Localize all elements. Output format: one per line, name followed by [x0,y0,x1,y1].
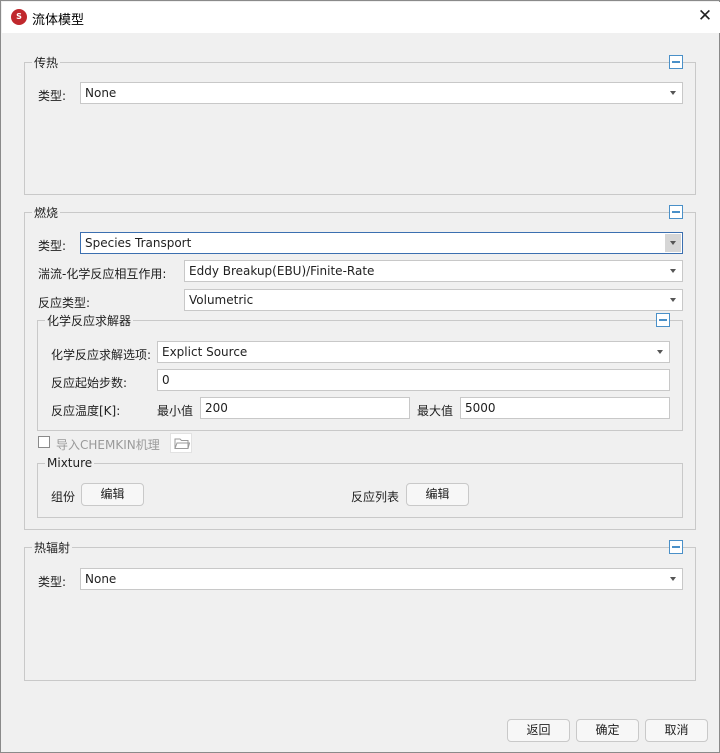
heat-transfer-group-label: 传热 [32,54,61,71]
radiation-type-label: 类型: [38,575,67,589]
import-chemkin-checkbox[interactable] [38,436,50,448]
temp-max-label: 最大值 [417,404,454,418]
heat-transfer-collapse-icon[interactable] [669,55,683,69]
back-button[interactable]: 返回 [507,719,570,742]
folder-open-button[interactable] [170,433,192,453]
radiation-collapse-icon[interactable] [669,540,683,554]
combustion-type-select[interactable]: Species Transport [80,232,683,254]
import-chemkin-label: 导入CHEMKIN机理 [56,438,160,452]
heat-transfer-type-label: 类型: [38,89,67,103]
combustion-group-label: 燃烧 [32,204,61,221]
dropdown-button[interactable] [665,234,681,252]
heat-transfer-type-select[interactable]: None [80,82,683,104]
dropdown-arrow-icon [670,269,676,273]
reactions-label: 反应列表 [351,490,400,504]
chemistry-solver-group-label: 化学反应求解器 [45,312,134,329]
radiation-type-select[interactable]: None [80,568,683,590]
solver-option-value: Explict Source [162,345,248,359]
temp-max-input[interactable]: 5000 [460,397,670,419]
combustion-collapse-icon[interactable] [669,205,683,219]
ok-button[interactable]: 确定 [576,719,639,742]
fluid-model-dialog: S 流体模型 ✕ 传热 类型: None 燃烧 类型: Species Tran… [0,0,720,753]
cancel-button[interactable]: 取消 [645,719,708,742]
start-step-input[interactable]: 0 [157,369,670,391]
title-bar[interactable]: S 流体模型 ✕ [2,2,720,33]
combustion-type-label: 类型: [38,239,67,253]
close-icon[interactable]: ✕ [694,6,716,28]
heat-transfer-type-value: None [85,86,117,100]
species-edit-button[interactable]: 编辑 [81,483,144,506]
reaction-type-value: Volumetric [189,293,254,307]
turbulence-chemistry-value: Eddy Breakup(EBU)/Finite-Rate [189,264,375,278]
reaction-type-label: 反应类型: [38,296,91,310]
dropdown-arrow-icon [670,577,676,581]
turbulence-chemistry-select[interactable]: Eddy Breakup(EBU)/Finite-Rate [184,260,683,282]
dropdown-arrow-icon [670,241,676,245]
radiation-type-value: None [85,572,117,586]
temp-min-input[interactable]: 200 [200,397,410,419]
solver-option-select[interactable]: Explict Source [157,341,670,363]
start-step-label: 反应起始步数: [51,376,128,390]
solver-option-label: 化学反应求解选项: [51,348,152,362]
reactions-edit-button[interactable]: 编辑 [406,483,469,506]
mixture-group-label: Mixture [45,456,95,470]
radiation-group-label: 热辐射 [32,539,73,556]
chemistry-solver-collapse-icon[interactable] [656,313,670,327]
dropdown-arrow-icon [657,350,663,354]
window-title: 流体模型 [32,13,85,28]
turbulence-chemistry-label: 湍流-化学反应相互作用: [38,267,167,281]
app-icon: S [11,9,27,25]
reaction-type-select[interactable]: Volumetric [184,289,683,311]
combustion-type-value: Species Transport [85,236,192,250]
reaction-temp-label: 反应温度[K]: [51,404,121,418]
dropdown-arrow-icon [670,91,676,95]
species-label: 组份 [51,490,76,504]
dropdown-arrow-icon [670,298,676,302]
temp-min-label: 最小值 [157,404,194,418]
folder-icon [174,438,190,449]
